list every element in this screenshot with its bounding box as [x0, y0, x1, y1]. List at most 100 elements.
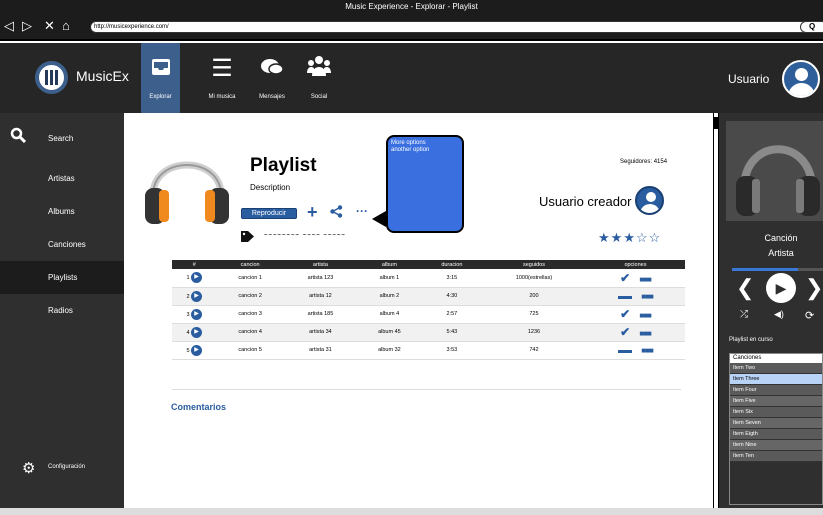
- scrollbar-thumb[interactable]: [714, 117, 718, 129]
- artist-cell[interactable]: artista 34: [283, 323, 358, 342]
- play-icon[interactable]: ▶: [191, 290, 203, 302]
- creator-avatar[interactable]: [635, 186, 664, 215]
- more-options-icon[interactable]: ■■■: [639, 275, 651, 284]
- list-item[interactable]: Item Three: [730, 374, 822, 385]
- song-cell[interactable]: cancion 5: [216, 341, 284, 360]
- play-icon[interactable]: ▶: [191, 344, 203, 356]
- list-item[interactable]: Item Two: [730, 363, 822, 374]
- check-icon[interactable]: ✔: [620, 307, 630, 321]
- album-art: [726, 121, 823, 221]
- star-rating[interactable]: ★★★☆☆: [598, 230, 661, 246]
- tab-mi-musica[interactable]: ☰ Mi musica: [200, 43, 244, 113]
- star-icon[interactable]: ☆: [636, 230, 649, 245]
- more-options-icon[interactable]: ···: [356, 204, 368, 218]
- list-item[interactable]: Item Six: [730, 407, 822, 418]
- album-cell[interactable]: album 2: [357, 287, 422, 306]
- user-name[interactable]: Usuario: [728, 72, 769, 86]
- tab-explorar[interactable]: Explorar: [141, 43, 180, 113]
- list-item[interactable]: Item Nine: [730, 440, 822, 451]
- play-icon[interactable]: ▶: [191, 326, 203, 338]
- artist-cell[interactable]: artista 31: [283, 341, 358, 360]
- progress-bar[interactable]: [732, 268, 823, 271]
- close-icon[interactable]: ✕: [44, 17, 55, 35]
- artist-cell[interactable]: artista 123: [283, 269, 358, 288]
- artist-cell[interactable]: artista 12: [283, 287, 358, 306]
- song-cell[interactable]: cancion 4: [216, 323, 284, 342]
- check-icon[interactable]: ✔: [620, 271, 630, 285]
- album-cell[interactable]: album 32: [357, 341, 422, 360]
- song-cell[interactable]: cancion 1: [216, 269, 284, 288]
- list-item[interactable]: Item Eigth: [730, 429, 822, 440]
- sidebar-item-canciones[interactable]: Canciones: [0, 228, 124, 261]
- sidebar-item-playlists[interactable]: Playlists: [0, 261, 124, 294]
- followed-cell: 742: [482, 341, 586, 360]
- duration-cell: 5:43: [421, 323, 483, 342]
- avatar[interactable]: [782, 60, 820, 98]
- sidebar-search[interactable]: Search: [0, 129, 124, 149]
- shuffle-icon[interactable]: ⤮: [740, 309, 748, 320]
- star-icon[interactable]: ★: [598, 230, 611, 245]
- tab-mensajes[interactable]: Mensajes: [250, 43, 294, 113]
- column-header[interactable]: #: [172, 260, 217, 269]
- sidebar-item-configuracion[interactable]: Configuración: [48, 464, 85, 470]
- home-icon[interactable]: ⌂: [62, 17, 70, 35]
- back-icon[interactable]: ◁: [4, 17, 14, 35]
- more-options-icon[interactable]: ■■■: [641, 346, 653, 355]
- url-field[interactable]: http://musicexperience.com/: [90, 21, 818, 33]
- play-button[interactable]: Reproducir: [241, 208, 297, 219]
- table-row[interactable]: 1 ▶ cancion 1 artista 123 album 1 3:15 1000(e…: [172, 269, 685, 288]
- minus-icon[interactable]: [618, 295, 633, 299]
- tooltip-option[interactable]: another option: [391, 147, 459, 154]
- sidebar-item-radios[interactable]: Radios: [0, 294, 124, 327]
- add-icon[interactable]: +: [307, 202, 318, 223]
- column-header[interactable]: cancion: [216, 260, 284, 269]
- album-cell[interactable]: album 1: [357, 269, 422, 288]
- table-row[interactable]: 2 ▶ cancion 2 artista 12 album 2 4:30 200 ■■■: [172, 287, 685, 306]
- table-row[interactable]: 4 ▶ cancion 4 artista 34 album 45 5:43 1236 ✔ …: [172, 323, 685, 342]
- sidebar-item-albums[interactable]: Albums: [0, 195, 124, 228]
- sidebar-item-artistas[interactable]: Artistas: [0, 162, 124, 195]
- tag-list[interactable]: ~~~~~~~~ ~~~~ ~~~~~: [264, 233, 346, 239]
- column-header[interactable]: seguidos: [482, 260, 586, 269]
- more-options-icon[interactable]: ■■■: [641, 292, 653, 301]
- play-icon[interactable]: ▶: [191, 272, 203, 284]
- table-row[interactable]: 5 ▶ cancion 5 artista 31 album 32 3:53 742 ■■…: [172, 341, 685, 360]
- tab-social[interactable]: Social: [297, 43, 341, 113]
- repeat-icon[interactable]: ⟳: [805, 309, 814, 322]
- creator-name[interactable]: Usuario creador: [539, 194, 632, 209]
- browser-search-icon[interactable]: Q: [800, 21, 823, 33]
- list-item[interactable]: Item Seven: [730, 418, 822, 429]
- album-cell[interactable]: album 45: [357, 323, 422, 342]
- gear-icon[interactable]: ⚙: [22, 459, 35, 477]
- share-icon[interactable]: [330, 205, 343, 221]
- minus-icon[interactable]: [618, 349, 633, 353]
- queue-list[interactable]: Canciones Item Two Item Three Item Four Ite…: [729, 353, 823, 505]
- volume-icon[interactable]: ◀): [774, 309, 784, 320]
- check-icon[interactable]: ✔: [620, 325, 630, 339]
- column-header[interactable]: album: [357, 260, 422, 269]
- play-icon[interactable]: ▶: [191, 308, 203, 320]
- list-item[interactable]: Item Ten: [730, 451, 822, 462]
- artist-cell[interactable]: artista 185: [283, 305, 358, 324]
- column-header[interactable]: duracion: [421, 260, 483, 269]
- column-header[interactable]: artista: [283, 260, 358, 269]
- table-row[interactable]: 3 ▶ cancion 3 artista 185 album 4 2:57 725 ✔ ■…: [172, 305, 685, 324]
- more-options-icon[interactable]: ■■■: [639, 329, 651, 338]
- comments-heading[interactable]: Comentarios: [171, 402, 226, 412]
- next-icon[interactable]: ❯: [805, 275, 823, 301]
- forward-icon[interactable]: ▷: [22, 17, 32, 35]
- play-icon[interactable]: ▶: [766, 273, 796, 303]
- previous-icon[interactable]: ❮: [736, 275, 754, 301]
- followers-count: Seguidores: 4154: [620, 159, 668, 165]
- star-icon[interactable]: ★: [611, 230, 624, 245]
- star-icon[interactable]: ★: [623, 230, 636, 245]
- list-item[interactable]: Item Four: [730, 385, 822, 396]
- tooltip-option[interactable]: More options: [391, 140, 459, 147]
- album-cell[interactable]: album 4: [357, 305, 422, 324]
- song-cell[interactable]: cancion 3: [216, 305, 284, 324]
- column-header[interactable]: opciones: [585, 260, 685, 269]
- song-cell[interactable]: cancion 2: [216, 287, 284, 306]
- more-options-icon[interactable]: ■■■: [639, 311, 651, 320]
- list-item[interactable]: Item Five: [730, 396, 822, 407]
- star-icon[interactable]: ☆: [649, 230, 662, 245]
